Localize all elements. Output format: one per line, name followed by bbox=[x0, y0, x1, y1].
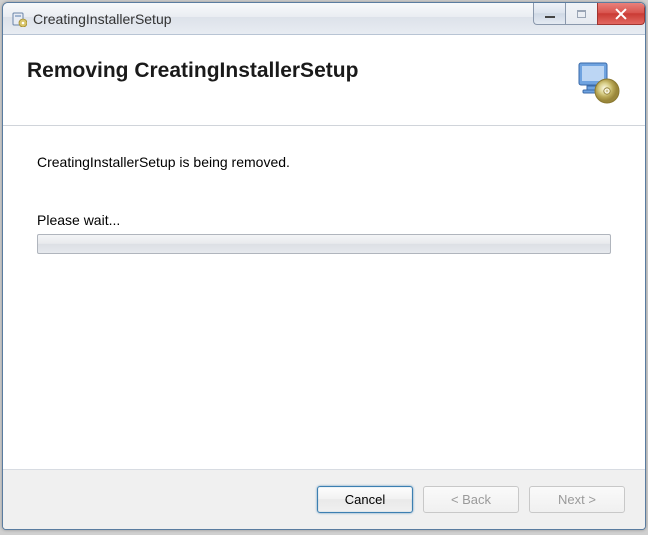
window-title: CreatingInstallerSetup bbox=[33, 11, 172, 27]
installer-window: CreatingInstallerSetup Removing Creating… bbox=[2, 2, 646, 530]
installer-icon bbox=[11, 11, 27, 27]
page-title: Removing CreatingInstallerSetup bbox=[27, 59, 358, 83]
wizard-footer: Cancel < Back Next > bbox=[3, 469, 645, 529]
window-controls bbox=[533, 3, 645, 25]
status-text: CreatingInstallerSetup is being removed. bbox=[37, 154, 611, 170]
minimize-button[interactable] bbox=[533, 3, 565, 25]
titlebar[interactable]: CreatingInstallerSetup bbox=[3, 3, 645, 35]
wait-label: Please wait... bbox=[37, 212, 611, 228]
minimize-icon bbox=[545, 16, 555, 18]
close-button[interactable] bbox=[597, 3, 645, 25]
maximize-icon bbox=[577, 10, 586, 18]
wizard-header: Removing CreatingInstallerSetup bbox=[3, 35, 645, 126]
next-button: Next > bbox=[529, 486, 625, 513]
computer-disc-icon bbox=[573, 57, 621, 105]
back-button: < Back bbox=[423, 486, 519, 513]
progress-bar bbox=[37, 234, 611, 254]
wizard-content: CreatingInstallerSetup is being removed.… bbox=[3, 126, 645, 469]
close-icon bbox=[615, 8, 627, 20]
maximize-button bbox=[565, 3, 597, 25]
cancel-button[interactable]: Cancel bbox=[317, 486, 413, 513]
